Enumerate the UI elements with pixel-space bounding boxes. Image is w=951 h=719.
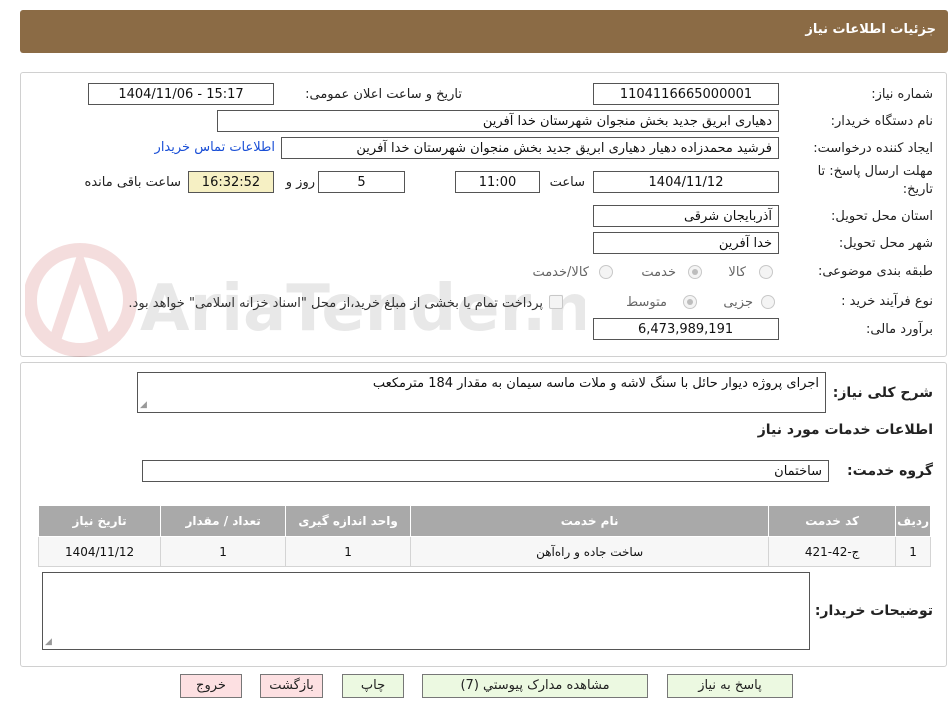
days-label: روز و [285,175,315,190]
process-radio-medium[interactable] [683,295,697,309]
page-header: جزئیات اطلاعات نیاز [20,10,948,53]
description-text: اجرای پروژه دیوار حائل با سنگ لاشه و ملا… [372,376,819,391]
services-table: ردیف کد خدمت نام خدمت واحد اندازه گیری ت… [37,505,931,567]
cell-need-date: 1404/11/12 [37,536,162,567]
requester-field: فرشید محمدزاده دهیار دهیاری ابریق جدید ب… [281,137,779,159]
cell-row-number: 1 [895,536,931,567]
category-radio-service[interactable] [688,265,702,279]
cell-service-name: ساخت جاده و راه‌آهن [410,536,770,567]
buyer-org-label: نام دستگاه خریدار: [830,114,933,129]
city-label: شهر محل تحویل: [838,236,933,251]
category-radio-goods-service[interactable] [599,265,613,279]
announce-datetime-label: تاریخ و ساعت اعلان عمومی: [305,87,462,102]
city-field: خدا آفرین [593,232,779,254]
category-option-goods: کالا [728,265,746,280]
description-label: شرح کلی نیاز: [832,385,933,401]
deadline-label: مهلت ارسال پاسخ: تا [817,164,933,179]
back-button[interactable]: بازگشت [260,674,323,698]
treasury-payment-note: پرداخت تمام یا بخشی از مبلغ خرید،از محل … [128,296,543,311]
col-need-date: تاریخ نیاز [37,505,162,537]
province-label: استان محل تحویل: [831,209,933,224]
cell-quantity: 1 [160,536,287,567]
need-number-label: شماره نیاز: [871,87,933,102]
buyer-notes-textarea[interactable]: ◢ [42,572,810,650]
print-button[interactable]: چاپ [342,674,404,698]
buyer-notes-text [43,573,809,579]
col-unit: واحد اندازه گیری [285,505,412,537]
process-radio-minor[interactable] [761,295,775,309]
deadline-time-label: ساعت [549,175,585,190]
services-section-title: اطلاعات خدمات مورد نیاز [757,422,933,438]
col-row-number: ردیف [895,505,931,537]
remaining-time-field: 16:32:52 [188,171,274,193]
col-service-code: کد خدمت [768,505,897,537]
deadline-time-field: 11:00 [455,171,540,193]
resize-handle-icon[interactable]: ◢ [140,401,148,410]
resize-handle-icon[interactable]: ◢ [45,638,53,647]
buyer-contact-link[interactable]: اطلاعات تماس خریدار [155,140,275,155]
category-radio-goods[interactable] [759,265,773,279]
table-row: 1 ج-42-421 ساخت جاده و راه‌آهن 1 1 1404/… [37,536,931,567]
page-title: جزئیات اطلاعات نیاز [805,22,936,37]
col-quantity: تعداد / مقدار [160,505,287,537]
requester-label: ایجاد کننده درخواست: [813,141,933,156]
table-header-row: ردیف کد خدمت نام خدمت واحد اندازه گیری ت… [37,505,931,537]
category-option-goods-service: کالا/خدمت [532,265,589,280]
process-option-minor: جزیی [723,295,753,310]
reply-button[interactable]: پاسخ به نیاز [667,674,793,698]
buyer-notes-label: توضیحات خریدار: [814,603,933,619]
col-service-name: نام خدمت [410,505,770,537]
budget-field: 6,473,989,191 [593,318,779,340]
buyer-org-field: دهیاری ابریق جدید بخش منجوان شهرستان خدا… [217,110,779,132]
service-group-field: ساختمان [142,460,829,482]
treasury-payment-checkbox[interactable] [549,295,563,309]
cell-service-code: ج-42-421 [768,536,897,567]
need-number-field: 1104116665000001 [593,83,779,105]
exit-button[interactable]: خروج [180,674,242,698]
budget-label: برآورد مالی: [866,322,933,337]
category-option-service: خدمت [641,265,676,280]
deadline-date-field: 1404/11/12 [593,171,779,193]
remaining-time-label: ساعت باقی مانده [84,175,181,190]
process-option-medium: متوسط [626,295,667,310]
announce-datetime-field: 1404/11/06 - 15:17 [88,83,274,105]
description-textarea[interactable]: اجرای پروژه دیوار حائل با سنگ لاشه و ملا… [137,372,826,413]
province-field: آذربایجان شرقی [593,205,779,227]
days-field: 5 [318,171,405,193]
process-label: نوع فرآیند خرید : [841,294,933,309]
view-attachments-button[interactable]: مشاهده مدارک پیوستي (7) [422,674,648,698]
service-group-label: گروه خدمت: [847,463,933,479]
deadline-label-2: تاریخ: [902,182,933,197]
cell-unit: 1 [285,536,412,567]
category-label: طبقه بندی موضوعی: [817,264,933,279]
